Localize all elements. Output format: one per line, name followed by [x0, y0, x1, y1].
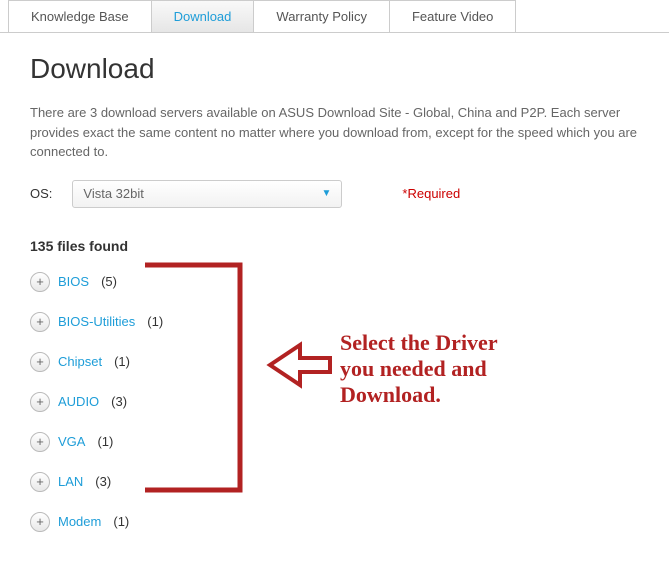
category-link[interactable]: VGA: [58, 434, 85, 449]
page-description: There are 3 download servers available o…: [30, 103, 639, 162]
category-count: (1): [147, 314, 163, 329]
category-count: (3): [111, 394, 127, 409]
category-link[interactable]: LAN: [58, 474, 83, 489]
category-count: (1): [114, 354, 130, 369]
category-row: + BIOS (5): [30, 272, 639, 292]
category-row: + AUDIO (3): [30, 392, 639, 412]
category-row: + Chipset (1): [30, 352, 639, 372]
category-link[interactable]: Chipset: [58, 354, 102, 369]
os-label: OS:: [30, 186, 52, 201]
tab-feature-video[interactable]: Feature Video: [389, 0, 516, 32]
category-link[interactable]: BIOS-Utilities: [58, 314, 135, 329]
os-selector-row: OS: Vista 32bit ▼ *Required: [30, 180, 639, 208]
category-link[interactable]: Modem: [58, 514, 101, 529]
files-found-count: 135 files found: [30, 238, 639, 254]
os-select[interactable]: Vista 32bit ▼: [72, 180, 342, 208]
category-link[interactable]: BIOS: [58, 274, 89, 289]
tab-warranty-policy[interactable]: Warranty Policy: [253, 0, 390, 32]
category-count: (3): [95, 474, 111, 489]
category-count: (1): [113, 514, 129, 529]
expand-icon[interactable]: +: [30, 472, 50, 492]
category-row: + Modem (1): [30, 512, 639, 532]
content-area: Download There are 3 download servers av…: [0, 53, 669, 572]
expand-icon[interactable]: +: [30, 392, 50, 412]
category-list: + BIOS (5) + BIOS-Utilities (1) + Chipse…: [30, 272, 639, 532]
expand-icon[interactable]: +: [30, 432, 50, 452]
expand-icon[interactable]: +: [30, 352, 50, 372]
category-count: (1): [97, 434, 113, 449]
expand-icon[interactable]: +: [30, 512, 50, 532]
expand-icon[interactable]: +: [30, 312, 50, 332]
category-count: (5): [101, 274, 117, 289]
os-select-value: Vista 32bit: [83, 186, 143, 201]
page-title: Download: [30, 53, 639, 85]
category-row: + VGA (1): [30, 432, 639, 452]
tab-knowledge-base[interactable]: Knowledge Base: [8, 0, 152, 32]
category-row: + LAN (3): [30, 472, 639, 492]
tab-download[interactable]: Download: [151, 0, 255, 32]
category-row: + BIOS-Utilities (1): [30, 312, 639, 332]
tab-bar: Knowledge Base Download Warranty Policy …: [0, 0, 669, 33]
chevron-down-icon: ▼: [322, 188, 332, 199]
required-label: *Required: [402, 186, 460, 201]
expand-icon[interactable]: +: [30, 272, 50, 292]
category-link[interactable]: AUDIO: [58, 394, 99, 409]
